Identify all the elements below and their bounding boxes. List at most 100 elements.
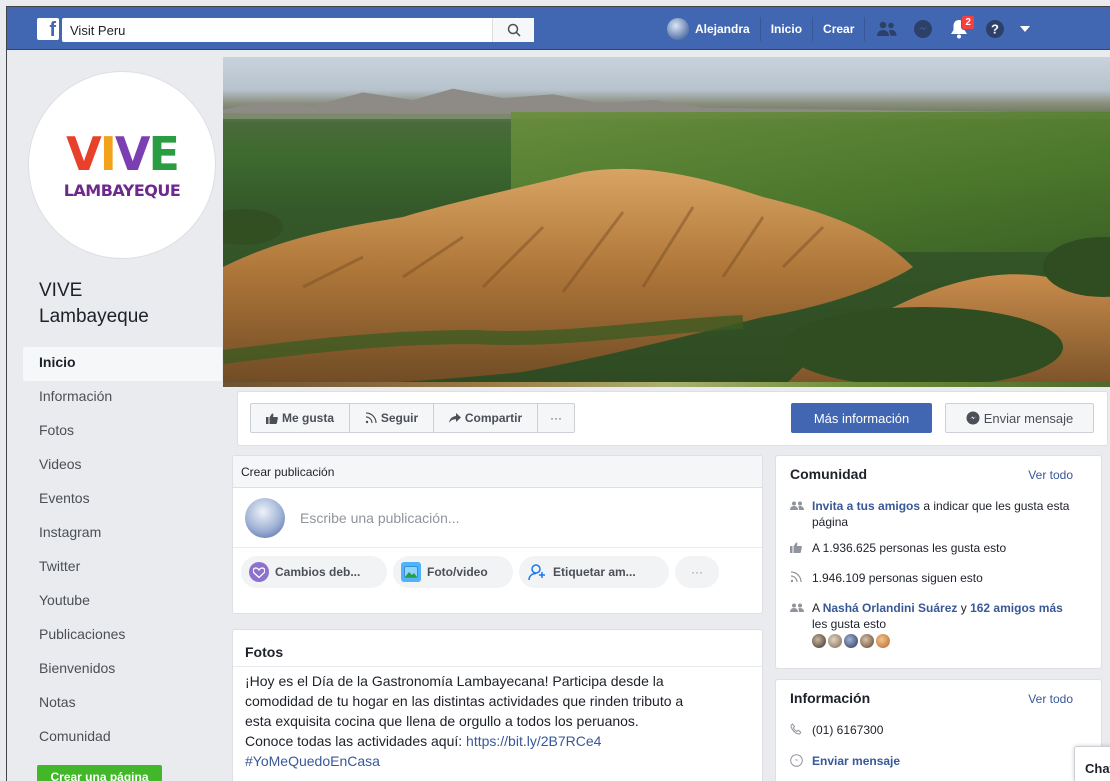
cover-pyramid [223,168,1110,387]
hashtag-link[interactable]: #YoMeQuedoEnCasa [245,751,750,771]
friend-name-link[interactable]: Nashá Orlandini Suárez [823,601,958,615]
create-post-title: Crear publicación [233,456,762,488]
sidebar-item-eventos[interactable]: Eventos [23,483,223,517]
composer-actions: Cambios deb... Foto/video Etiquetar am..… [233,548,762,596]
left-sidebar: VIVE LAMBAYEQUE VIVE Lambayeque Inicio In… [23,57,223,781]
feeling-activity-button[interactable]: Cambios deb... [241,556,387,588]
avatar [667,17,689,40]
invite-friends-row: Invita a tus amigos a indicar que les gu… [790,498,1087,530]
invite-friends-icon [790,498,812,515]
friend-avatars [812,634,1077,648]
rss-follow-icon [790,570,812,587]
facebook-logo-icon[interactable]: f [37,18,59,41]
feeling-heart-icon [249,562,269,582]
top-nav-right: Alejandra Inicio Crear 2 ? [667,7,1037,50]
sidebar-item-publicaciones[interactable]: Publicaciones [23,619,223,653]
sidebar-item-inicio[interactable]: Inicio [23,347,222,381]
info-card: Información Ver todo (01) 6167300 Enviar… [775,679,1102,781]
community-see-all-link[interactable]: Ver todo [1028,468,1073,482]
photos-section-title[interactable]: Fotos [233,630,762,666]
cover-photo[interactable] [223,57,1110,387]
vive-logo-wordmark: VIVE [66,126,180,181]
sidebar-item-comunidad[interactable]: Comunidad [23,721,223,755]
photo-video-button[interactable]: Foto/video [393,556,513,588]
info-title: Información [790,690,871,706]
post-link[interactable]: https://bit.ly/2B7RCe4 [466,733,601,749]
page-profile-picture[interactable]: VIVE LAMBAYEQUE [29,72,215,258]
create-post-card: Crear publicación Escribe una publicació… [232,455,763,614]
thumbs-up-icon [790,540,812,557]
cover-bottom-strip [223,382,1110,387]
page-nav-menu: Inicio Información Fotos Videos Eventos Insta… [23,347,223,755]
composer-more-button[interactable]: ··· [675,556,719,588]
photos-post-card: Fotos ¡Hoy es el Día de la Gastronomía L… [232,629,763,781]
community-card: Comunidad Ver todo Invita a tus amigos a… [775,455,1102,669]
profile-link[interactable]: Alejandra [667,16,761,41]
more-options-button[interactable]: ··· [537,403,575,433]
logo-subtitle: LAMBAYEQUE [63,180,181,200]
info-see-all-link[interactable]: Ver todo [1028,692,1073,706]
tag-friend-icon [527,562,547,582]
composer-placeholder[interactable]: Escribe una publicación... [300,510,460,526]
sidebar-item-informacion[interactable]: Información [23,381,223,415]
notifications-icon[interactable]: 2 [941,14,977,44]
more-info-button[interactable]: Más información [791,403,932,433]
send-message-link[interactable]: Enviar mensaje [812,753,900,769]
avatar[interactable] [828,634,842,648]
friends-like-row: A Nashá Orlandini Suárez y 162 amigos má… [790,600,1087,648]
share-arrow-icon [448,413,461,423]
help-icon[interactable]: ? [977,14,1013,44]
browser-viewport: f Alejandra Inicio Crear 2 [6,6,1110,781]
send-message-button[interactable]: Enviar mensaje [945,403,1094,433]
likes-row: A 1.936.625 personas les gusta esto [790,540,1087,557]
avatar[interactable] [876,634,890,648]
chat-tab[interactable]: Chat [1074,746,1110,781]
page-action-bar: Me gusta Seguir Compartir ··· Más inform… [237,391,1108,446]
follow-page-button[interactable]: Seguir [349,403,434,433]
top-navigation-bar: f Alejandra Inicio Crear 2 [7,7,1110,50]
avatar[interactable] [860,634,874,648]
sidebar-item-notas[interactable]: Notas [23,687,223,721]
post-text: ¡Hoy es el Día de la Gastronomía Lambaye… [233,666,762,771]
friends-icon [790,600,812,617]
avatar[interactable] [844,634,858,648]
account-menu-chevron-down-icon[interactable] [1013,14,1037,44]
messenger-icon [790,753,812,771]
thumbs-up-icon [265,413,278,424]
more-friends-link[interactable]: 162 amigos más [970,601,1063,615]
tag-friends-button[interactable]: Etiquetar am... [519,556,669,588]
likes-count: A 1.936.625 personas les gusta esto [812,541,1007,555]
messenger-icon [966,411,980,425]
composer-input-area[interactable]: Escribe una publicación... [233,488,762,548]
create-link[interactable]: Crear [813,16,866,41]
friend-requests-icon[interactable] [869,14,905,44]
search-icon [507,23,521,37]
phone-number[interactable]: (01) 6167300 [812,722,883,738]
user-name: Alejandra [695,21,750,36]
like-page-button[interactable]: Me gusta [250,403,350,433]
sidebar-item-twitter[interactable]: Twitter [23,551,223,585]
followers-count: 1.946.109 personas siguen esto [812,571,983,585]
invite-friends-link[interactable]: Invita a tus amigos [812,499,920,513]
message-row: Enviar mensaje [790,753,1087,771]
notification-count-badge: 2 [961,14,975,30]
share-page-button[interactable]: Compartir [433,403,538,433]
home-link[interactable]: Inicio [761,16,814,41]
photo-icon [401,562,421,582]
sidebar-item-instagram[interactable]: Instagram [23,517,223,551]
search-button[interactable] [492,18,534,42]
search-box [62,18,534,42]
page-title[interactable]: VIVE Lambayeque [39,278,223,330]
phone-row: (01) 6167300 [790,722,1087,739]
search-input[interactable] [62,18,502,42]
sidebar-item-youtube[interactable]: Youtube [23,585,223,619]
sidebar-item-videos[interactable]: Videos [23,449,223,483]
community-title: Comunidad [790,466,867,482]
sidebar-item-fotos[interactable]: Fotos [23,415,223,449]
messenger-icon[interactable] [905,14,941,44]
sidebar-item-bienvenidos[interactable]: Bienvenidos [23,653,223,687]
create-page-button[interactable]: Crear una página [37,765,162,781]
svg-text:?: ? [991,21,999,36]
followers-row: 1.946.109 personas siguen esto [790,570,1087,587]
avatar[interactable] [812,634,826,648]
